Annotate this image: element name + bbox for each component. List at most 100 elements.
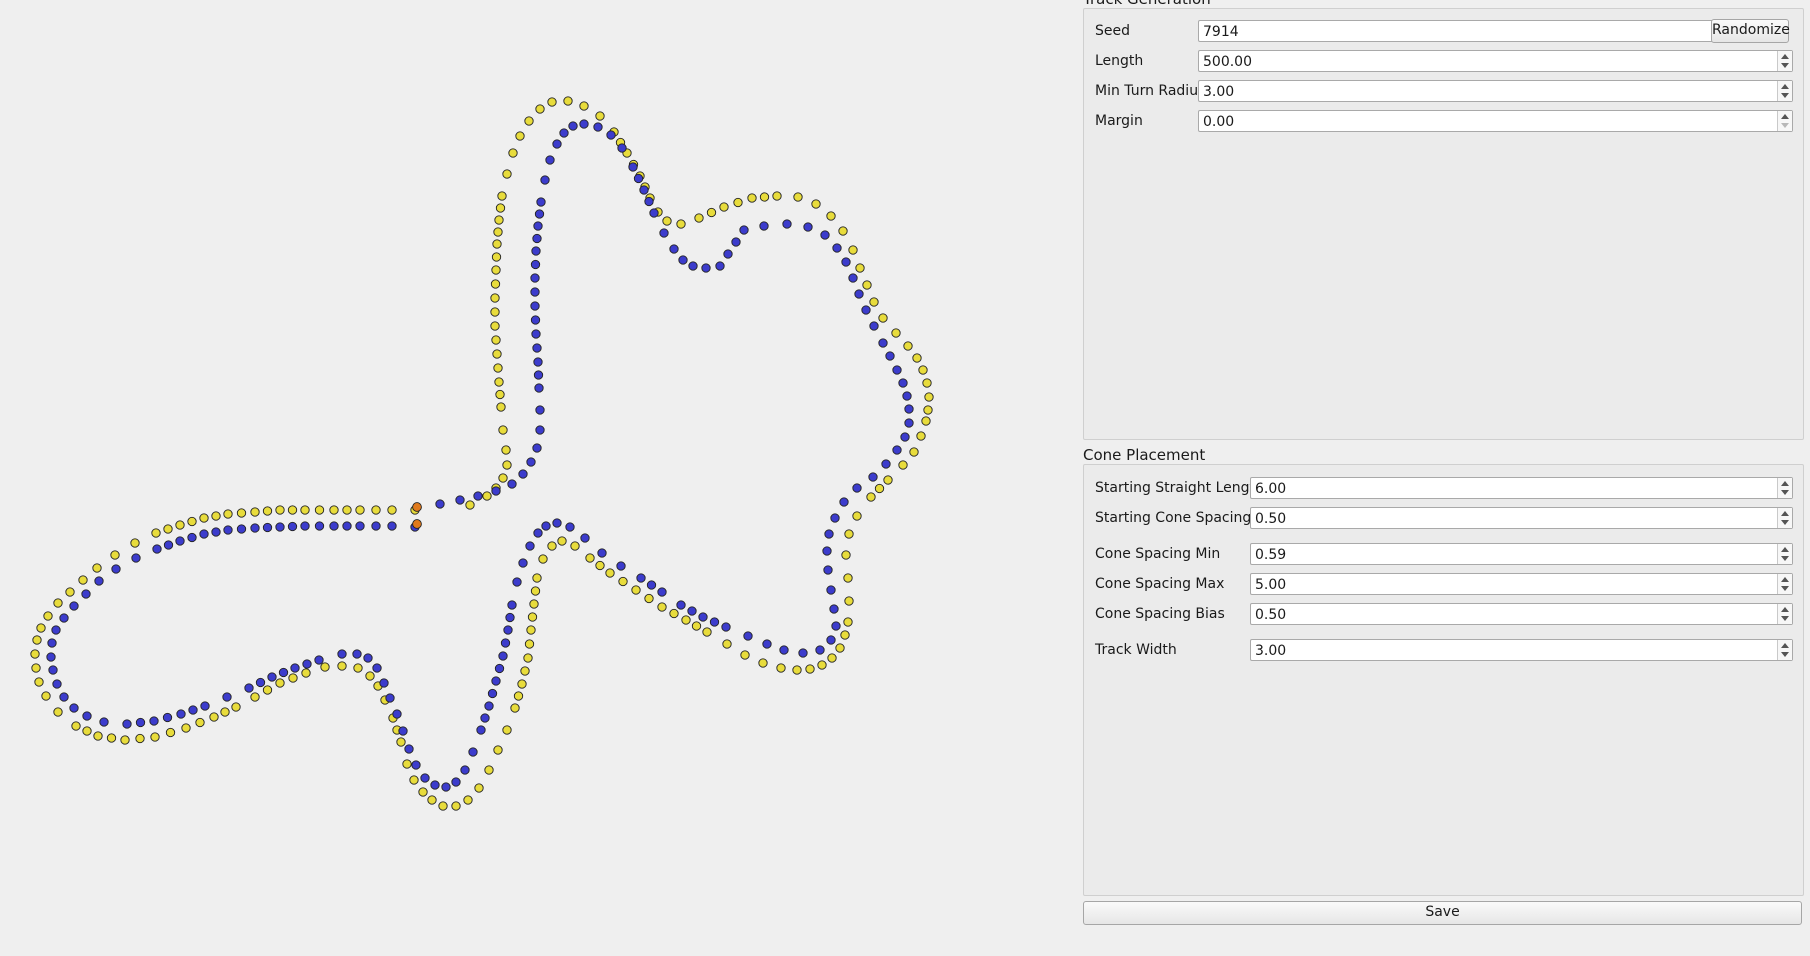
blue-cone [532, 443, 542, 453]
yellow-cone [883, 475, 893, 485]
blue-cone [500, 638, 511, 648]
blue-cone [698, 612, 708, 622]
spin-up-icon[interactable] [1781, 511, 1789, 516]
cone-spacing-bias-stepper[interactable] [1777, 604, 1792, 624]
spin-up-icon[interactable] [1781, 547, 1789, 552]
yellow-cone [805, 664, 815, 674]
yellow-cone [300, 505, 310, 515]
starting-straight-length-stepper[interactable] [1777, 478, 1792, 498]
yellow-cone [211, 511, 221, 521]
yellow-cone [287, 505, 298, 515]
yellow-cone [65, 587, 75, 597]
cone-spacing-max-stepper[interactable] [1777, 574, 1792, 594]
min-turn-radius-stepper[interactable] [1777, 81, 1792, 101]
blue-cone [820, 230, 830, 240]
spin-down-icon[interactable] [1781, 93, 1789, 98]
seed-value[interactable]: 7914 [1203, 24, 1239, 40]
spin-down-icon[interactable] [1781, 556, 1789, 561]
spin-down-icon[interactable] [1781, 586, 1789, 591]
cone-spacing-bias-label: Cone Spacing Bias [1095, 606, 1225, 622]
starting-cone-spacing-value[interactable]: 0.50 [1255, 511, 1286, 527]
seed-spinbox[interactable]: 7914 [1198, 20, 1778, 42]
spin-down-icon[interactable] [1781, 123, 1789, 128]
length-spinbox[interactable]: 500.00 [1198, 50, 1793, 72]
blue-cone [94, 576, 104, 586]
blue-cone [188, 705, 198, 715]
yellow-cone [844, 529, 854, 539]
spin-up-icon[interactable] [1781, 114, 1789, 119]
spin-down-icon[interactable] [1781, 520, 1789, 525]
blue-cone [892, 445, 902, 455]
yellow-cone [733, 197, 743, 208]
yellow-cone [82, 726, 92, 736]
spin-up-icon[interactable] [1781, 607, 1789, 612]
cone-spacing-max-value[interactable]: 5.00 [1255, 577, 1286, 593]
blue-cone [52, 679, 62, 689]
yellow-cone [520, 666, 530, 676]
track-width-value[interactable]: 3.00 [1255, 643, 1286, 659]
cone-spacing-max-spinbox[interactable]: 5.00 [1250, 573, 1793, 595]
spin-down-icon[interactable] [1781, 490, 1789, 495]
spin-up-icon[interactable] [1781, 54, 1789, 59]
spin-down-icon[interactable] [1781, 652, 1789, 657]
track-width-stepper[interactable] [1777, 640, 1792, 660]
yellow-cone [491, 335, 501, 345]
yellow-cone [493, 745, 503, 755]
length-value[interactable]: 500.00 [1203, 54, 1252, 70]
yellow-cone [862, 280, 872, 290]
margin-value[interactable]: 0.00 [1203, 114, 1234, 130]
yellow-cone [236, 508, 247, 518]
blue-cone [606, 130, 616, 140]
blue-cone [533, 370, 544, 380]
blue-cone [82, 711, 92, 721]
blue-cone [51, 625, 61, 635]
yellow-cone [657, 602, 667, 612]
blue-cone [831, 621, 841, 631]
blue-cone [290, 663, 300, 673]
yellow-cone [529, 599, 539, 609]
track-width-spinbox[interactable]: 3.00 [1250, 639, 1793, 661]
spin-up-icon[interactable] [1781, 84, 1789, 89]
starting-cone-spacing-spinbox[interactable]: 0.50 [1250, 507, 1793, 529]
yellow-cone [150, 732, 160, 742]
spin-down-icon[interactable] [1781, 63, 1789, 68]
cone-spacing-min-stepper[interactable] [1777, 544, 1792, 564]
randomize-button[interactable]: Randomize [1711, 19, 1790, 43]
margin-spinbox[interactable]: 0.00 [1198, 110, 1793, 132]
length-stepper[interactable] [1777, 51, 1792, 71]
cone-spacing-bias-spinbox[interactable]: 0.50 [1250, 603, 1793, 625]
cone-spacing-min-value[interactable]: 0.59 [1255, 547, 1286, 563]
cone-spacing-min-spinbox[interactable]: 0.59 [1250, 543, 1793, 565]
blue-cone [451, 777, 461, 787]
blue-cone [337, 649, 347, 659]
blue-cone [536, 197, 546, 207]
save-button[interactable]: Save [1083, 901, 1802, 925]
blue-cone [709, 617, 720, 627]
starting-cone-spacing-stepper[interactable] [1777, 508, 1792, 528]
yellow-cone [595, 560, 605, 571]
margin-stepper[interactable] [1777, 111, 1792, 131]
yellow-cone [869, 297, 879, 307]
track-preview-canvas[interactable] [0, 0, 1070, 956]
spin-down-icon[interactable] [1781, 616, 1789, 621]
blue-cone [530, 259, 541, 270]
yellow-cone [532, 573, 542, 583]
blue-cone [122, 719, 132, 729]
yellow-cone [220, 707, 230, 717]
blue-cone [688, 261, 698, 271]
blue-cone [759, 221, 769, 231]
yellow-cone [163, 524, 173, 534]
blue-cone [162, 712, 173, 723]
cone-spacing-bias-value[interactable]: 0.50 [1255, 607, 1286, 623]
min-turn-radius-spinbox[interactable]: 3.00 [1198, 80, 1793, 102]
track-plot [30, 96, 934, 811]
spin-up-icon[interactable] [1781, 481, 1789, 486]
min-turn-radius-value[interactable]: 3.00 [1203, 84, 1234, 100]
yellow-cone [498, 473, 508, 483]
spin-up-icon[interactable] [1781, 643, 1789, 648]
blue-cone [135, 717, 146, 728]
blue-cone [823, 565, 833, 575]
starting-straight-length-spinbox[interactable]: 6.00 [1250, 477, 1793, 499]
starting-straight-length-value[interactable]: 6.00 [1255, 481, 1286, 497]
spin-up-icon[interactable] [1781, 577, 1789, 582]
